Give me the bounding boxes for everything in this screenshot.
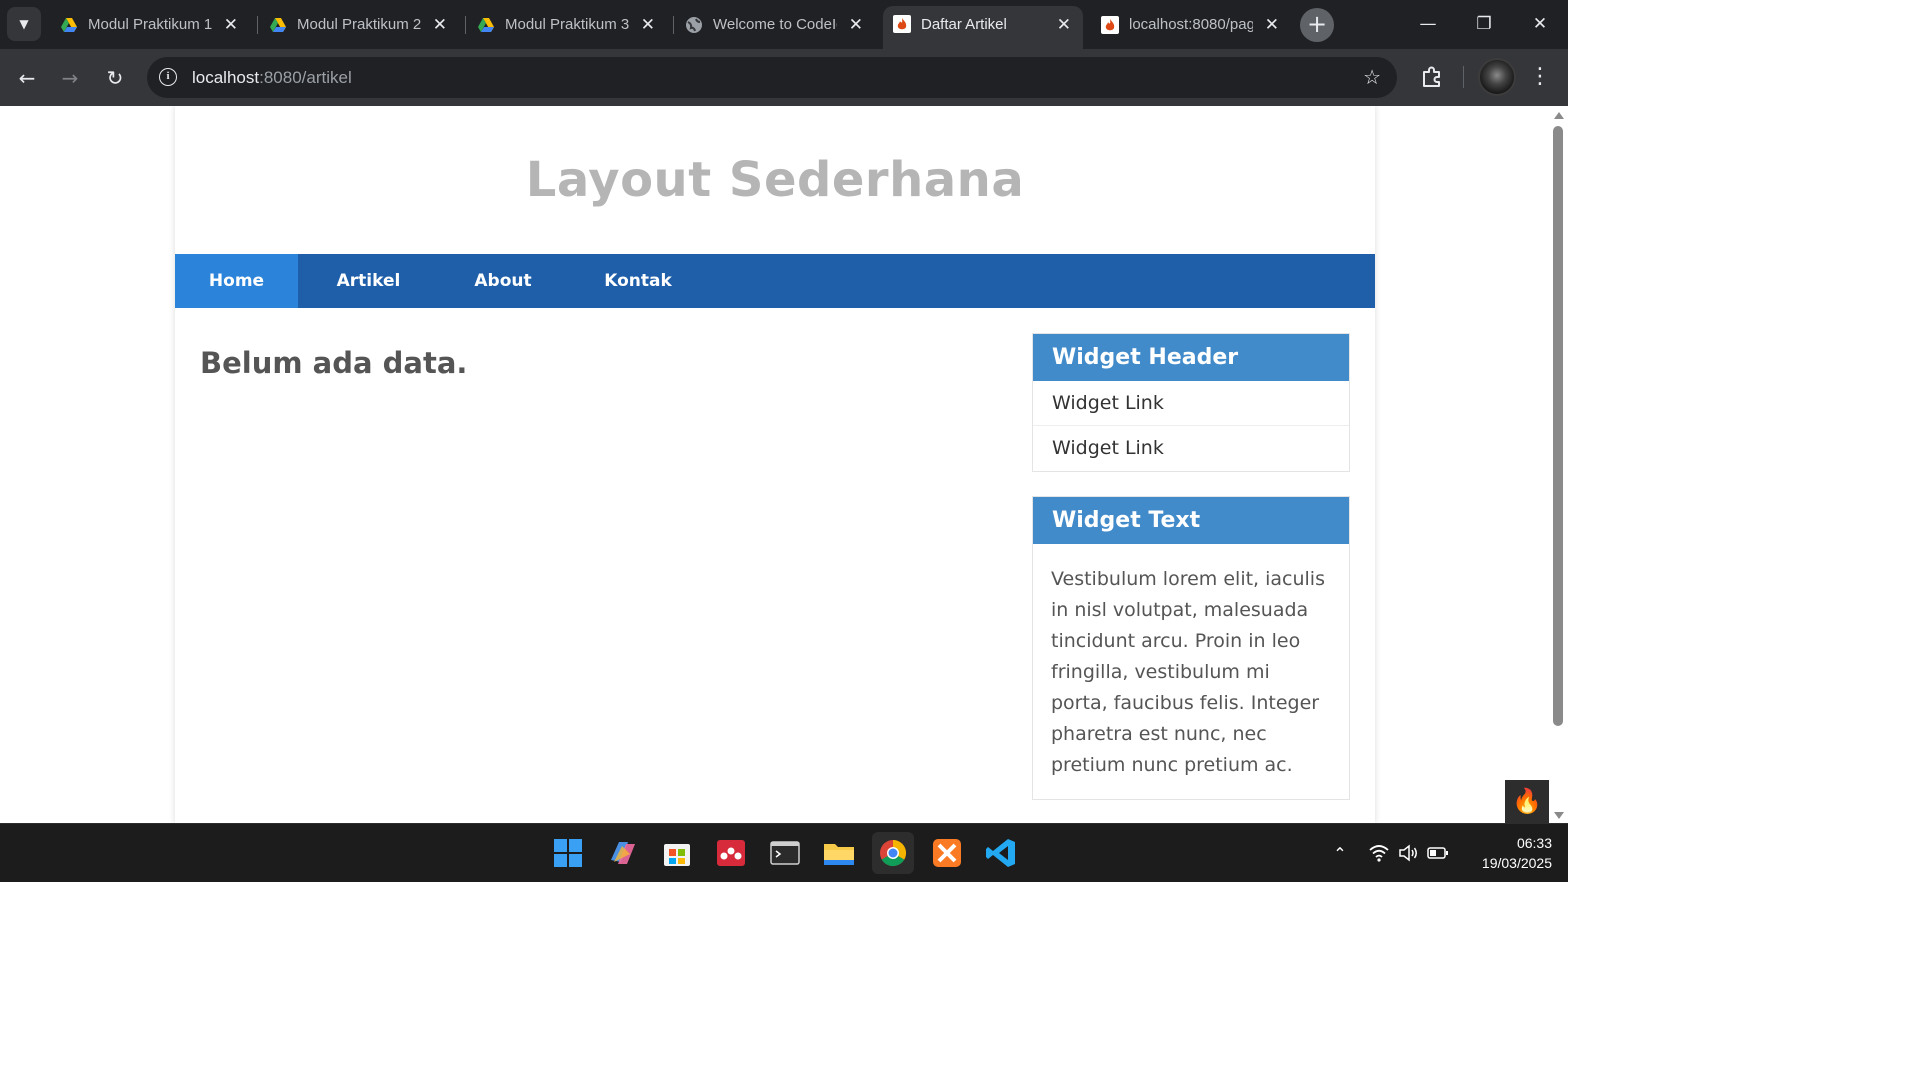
close-icon[interactable]: ✕ (224, 7, 238, 43)
nav-link-artikel[interactable]: Artikel (320, 254, 417, 308)
browser-toolbar: ← → ↻ i localhost:8080/artikel ☆ (0, 49, 1568, 106)
minimize-button[interactable]: — (1400, 0, 1456, 49)
mendeley-icon[interactable] (710, 832, 752, 874)
site-header: Layout Sederhana (175, 106, 1375, 254)
widget-text: Widget Text Vestibulum lorem elit, iacul… (1032, 496, 1350, 800)
close-icon[interactable]: ✕ (849, 7, 863, 43)
chrome-icon[interactable] (872, 832, 914, 874)
tab-title: Welcome to CodeIgniter (713, 16, 837, 33)
page-container: Layout Sederhana Home Artikel About Kont… (175, 106, 1375, 823)
back-button[interactable]: ← (12, 63, 42, 93)
more-menu-icon[interactable]: ⋮ (1528, 63, 1552, 91)
xampp-icon[interactable] (926, 832, 968, 874)
toolbar-separator (1463, 66, 1464, 88)
close-icon[interactable]: ✕ (1057, 6, 1071, 44)
codeigniter-icon (1101, 16, 1119, 34)
close-icon[interactable]: ✕ (433, 7, 447, 43)
nav-link-kontak[interactable]: Kontak (591, 254, 685, 308)
microsoft-store-icon[interactable] (656, 832, 698, 874)
tab-separator (465, 16, 466, 34)
widget-text-header: Widget Text (1033, 497, 1349, 544)
widget-header: Widget Header (1033, 334, 1349, 381)
volume-icon[interactable] (1398, 843, 1420, 863)
show-hidden-icons-chevron-icon[interactable]: ⌃ (1328, 824, 1352, 883)
arrow-left-icon: ← (18, 66, 36, 90)
reload-icon: ↻ (106, 66, 124, 90)
profile-avatar[interactable] (1478, 58, 1516, 96)
widget-link[interactable]: Widget Link (1033, 381, 1349, 426)
tab-search-button[interactable]: ▼ (7, 7, 41, 41)
google-drive-icon (478, 18, 494, 32)
google-drive-icon (270, 18, 286, 32)
nav-link-home[interactable]: Home (175, 254, 298, 308)
globe-icon (686, 17, 702, 33)
codeigniter-icon (893, 15, 911, 33)
terminal-icon[interactable] (764, 832, 806, 874)
system-clock[interactable]: 06:33 19/03/2025 (1462, 833, 1552, 873)
url-text[interactable]: localhost:8080/artikel (192, 57, 352, 98)
restore-icon: ❐ (1476, 14, 1492, 34)
wifi-icon[interactable] (1368, 843, 1390, 863)
new-tab-button[interactable]: + (1300, 8, 1334, 42)
vscode-icon[interactable] (980, 832, 1022, 874)
site-title: Layout Sederhana (525, 152, 1025, 208)
tab-title: Daftar Artikel (921, 16, 1007, 33)
close-icon: ✕ (1532, 14, 1548, 34)
battery-icon[interactable] (1427, 845, 1449, 861)
clock-date: 19/03/2025 (1481, 855, 1552, 871)
clock-time: 06:33 (1516, 835, 1552, 851)
browser-tab-strip: ▼ Modul Praktikum 1 ✕ Modul Praktikum 2 … (0, 0, 1568, 49)
tab-title: Modul Praktikum 1 (88, 16, 212, 33)
main-nav: Home Artikel About Kontak (175, 254, 1375, 308)
url-path: :8080/artikel (259, 68, 352, 87)
restore-button[interactable]: ❐ (1456, 0, 1512, 49)
browser-tab[interactable]: Modul Praktikum 2 ✕ (259, 7, 459, 43)
tab-title: localhost:8080/page (1129, 16, 1253, 33)
url-host: localhost (192, 68, 260, 87)
page-scrollbar[interactable] (1550, 106, 1568, 823)
tab-separator (673, 16, 674, 34)
chevron-down-icon: ▼ (19, 17, 29, 31)
scroll-down-arrow-icon[interactable] (1554, 812, 1564, 819)
extensions-puzzle-icon[interactable] (1419, 64, 1445, 90)
browser-tab[interactable]: Welcome to CodeIgniter ✕ (675, 7, 875, 43)
widget-text-body: Vestibulum lorem elit, iaculis in nisl v… (1051, 568, 1325, 776)
page-viewport: Layout Sederhana Home Artikel About Kont… (0, 106, 1550, 823)
site-info-icon[interactable]: i (159, 68, 177, 86)
widget-links: Widget Header Widget Link Widget Link (1032, 333, 1350, 472)
close-window-button[interactable]: ✕ (1512, 0, 1568, 49)
plus-icon: + (1306, 10, 1328, 38)
scroll-thumb[interactable] (1553, 126, 1563, 726)
browser-tab-active[interactable]: Daftar Artikel ✕ (883, 6, 1083, 49)
tab-separator (257, 16, 258, 34)
bookmark-star-icon[interactable]: ☆ (1363, 57, 1381, 98)
browser-tab[interactable]: Modul Praktikum 1 ✕ (50, 7, 250, 43)
nav-link-about[interactable]: About (458, 254, 548, 308)
taskbar: ⌃ 06:33 19/03/2025 (0, 823, 1568, 882)
codeigniter-debug-toolbar-icon[interactable]: 🔥 (1505, 780, 1549, 823)
widget-link[interactable]: Widget Link (1033, 426, 1349, 471)
google-drive-icon (61, 18, 77, 32)
browser-tab[interactable]: Modul Praktikum 3 ✕ (467, 7, 667, 43)
browser-tab[interactable]: localhost:8080/page ✕ (1091, 7, 1291, 43)
close-icon[interactable]: ✕ (641, 7, 655, 43)
address-bar[interactable]: i localhost:8080/artikel ☆ (147, 57, 1397, 98)
scroll-up-arrow-icon[interactable] (1554, 112, 1564, 119)
windows-start-icon[interactable] (547, 832, 589, 874)
reload-button[interactable]: ↻ (100, 63, 130, 93)
minimize-icon: — (1419, 14, 1437, 34)
forward-button[interactable]: → (55, 63, 85, 93)
tab-title: Modul Praktikum 2 (297, 16, 421, 33)
arrow-right-icon: → (61, 66, 79, 90)
copilot-icon[interactable] (602, 832, 644, 874)
file-explorer-icon[interactable] (818, 832, 860, 874)
tab-title: Modul Praktikum 3 (505, 16, 629, 33)
empty-message: Belum ada data. (200, 346, 468, 380)
close-icon[interactable]: ✕ (1265, 7, 1279, 43)
